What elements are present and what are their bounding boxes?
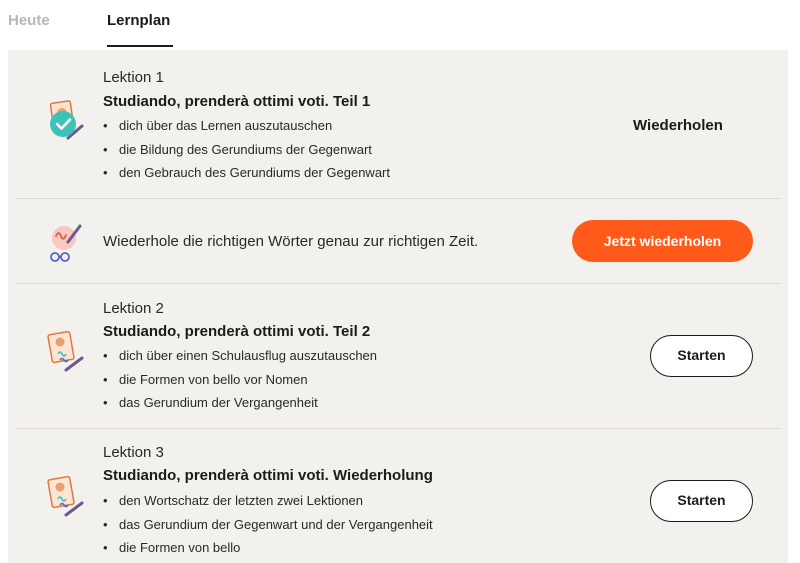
lesson-topics: dich über einen Schulausflug auszutausch… [103,344,377,415]
lesson-writing-icon [46,475,86,519]
lesson-title: Studiando, prenderà ottimi voti. Wiederh… [103,467,433,484]
review-description: Wiederhole die richtigen Wörter genau zu… [103,233,479,250]
lesson-label: Lektion 1 [103,69,164,86]
lesson-topics: dich über das Lernen auszutauschen die B… [103,114,390,185]
lesson-label: Lektion 3 [103,444,164,461]
lesson-title: Studiando, prenderà ottimi voti. Teil 2 [103,323,371,340]
vocabulary-review-icon [46,220,86,264]
lesson-topic: die Bildung des Gerundiums der Gegenwart [103,138,390,162]
active-tab-indicator [107,45,173,47]
lesson-completed-icon [46,100,86,144]
lesson-row-2: Lektion 2 Studiando, prenderà ottimi vot… [8,283,788,428]
tab-lernplan[interactable]: Lernplan [107,12,170,29]
lesson-topics: den Wortschatz der letzten zwei Lektione… [103,489,433,560]
lesson-row-3: Lektion 3 Studiando, prenderà ottimi vot… [8,428,788,563]
lesson-row-1: Lektion 1 Studiando, prenderà ottimi vot… [8,50,788,198]
start-lesson-button[interactable]: Starten [650,480,753,522]
review-now-button[interactable]: Jetzt wiederholen [572,220,753,262]
divider [16,198,781,199]
repeat-lesson-button[interactable]: Wiederholen [633,117,723,134]
lesson-topic: das Gerundium der Vergangenheit [103,391,377,415]
lesson-label: Lektion 2 [103,300,164,317]
lesson-writing-icon [46,330,86,374]
lesson-title: Studiando, prenderà ottimi voti. Teil 1 [103,93,371,110]
lesson-topic: den Gebrauch des Gerundiums der Gegenwar… [103,161,390,185]
lesson-topic: dich über das Lernen auszutauschen [103,114,390,138]
lesson-topic: die Formen von bello [103,536,433,560]
tab-heute[interactable]: Heute [8,12,50,29]
lernplan-panel: Lektion 1 Studiando, prenderà ottimi vot… [8,50,788,563]
lesson-topic: dich über einen Schulausflug auszutausch… [103,344,377,368]
tab-bar: Heute Lernplan [0,0,800,48]
lesson-topic: das Gerundium der Gegenwart und der Verg… [103,513,433,537]
start-lesson-button[interactable]: Starten [650,335,753,377]
lesson-topic: den Wortschatz der letzten zwei Lektione… [103,489,433,513]
lesson-topic: die Formen von bello vor Nomen [103,368,377,392]
